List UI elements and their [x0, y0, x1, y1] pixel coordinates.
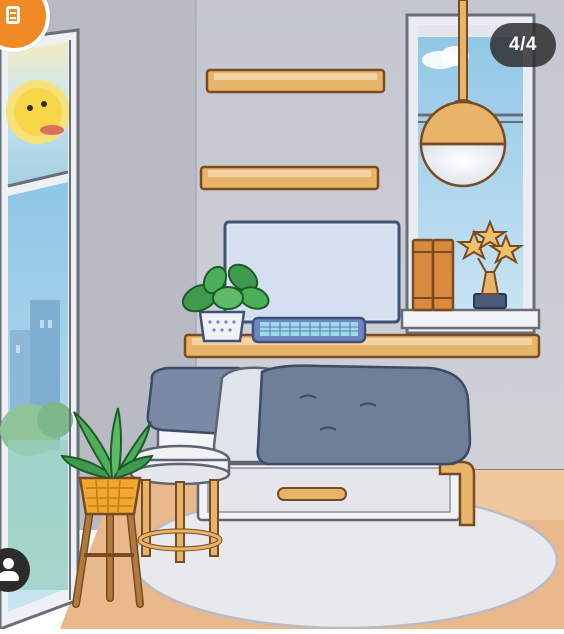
books	[411, 238, 455, 312]
room-illustration	[0, 0, 564, 631]
room-scene	[0, 0, 564, 631]
page-indicator: 4/4	[490, 23, 556, 67]
wall-shelf-middle	[199, 165, 380, 191]
edit-page-icon	[6, 6, 20, 24]
blanket	[256, 364, 472, 466]
user-icon	[3, 558, 14, 569]
wall-shelf-top	[205, 68, 386, 94]
glass-door	[0, 28, 80, 631]
keyboard	[251, 316, 367, 344]
